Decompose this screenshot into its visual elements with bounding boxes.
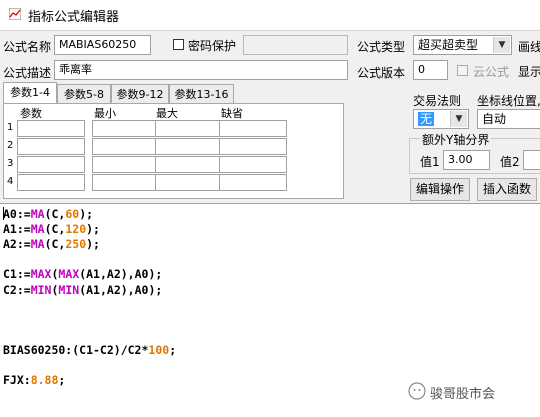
- formula-type-value: 超买超卖型: [418, 38, 479, 52]
- password-input[interactable]: [243, 35, 348, 55]
- formula-desc-label: 公式描述: [3, 66, 52, 80]
- title-bar: 指标公式编辑器: [0, 0, 540, 31]
- coord-position-input[interactable]: 自动: [477, 109, 540, 129]
- watermark-text: 骏哥股市会: [430, 387, 496, 402]
- password-label: 密码保护: [188, 39, 237, 53]
- formula-version-label: 公式版本: [357, 66, 406, 80]
- window-title: 指标公式编辑器: [28, 10, 120, 25]
- param-name-input[interactable]: [17, 174, 85, 191]
- edit-operation-button[interactable]: 编辑操作: [410, 178, 470, 201]
- param-row-number: 1: [7, 122, 14, 133]
- param-row-number: 2: [7, 140, 14, 151]
- code-line: FJX:8.88;: [3, 373, 66, 388]
- param-name-input[interactable]: [17, 138, 85, 155]
- param-row-number: 3: [7, 158, 14, 169]
- param-min-input[interactable]: [92, 156, 160, 173]
- tab-params-13-16[interactable]: 参数13-16: [169, 84, 234, 104]
- param-max-input[interactable]: [155, 120, 223, 137]
- param-row-number: 4: [7, 176, 14, 187]
- cloud-formula-label: 云公式: [473, 65, 510, 79]
- param-min-input[interactable]: [92, 120, 160, 137]
- code-line: A2:=MA(C,250);: [3, 237, 100, 252]
- code-line: BIAS60250:(C1-C2)/C2*100;: [3, 342, 177, 357]
- coord-position-label: 坐标线位置,: [477, 94, 540, 108]
- param-max-input[interactable]: [155, 156, 223, 173]
- text-caret: [3, 207, 4, 220]
- param-default-input[interactable]: [219, 138, 287, 155]
- trade-rule-select[interactable]: 无 ▼: [413, 109, 469, 129]
- param-min-input[interactable]: [92, 138, 160, 155]
- params-header-max: 最大: [156, 107, 178, 120]
- formula-name-input[interactable]: MABIAS60250: [54, 35, 151, 55]
- tab-params-1-4[interactable]: 参数1-4: [3, 82, 57, 104]
- app-icon: [9, 8, 21, 20]
- insert-function-button[interactable]: 插入函数: [477, 178, 537, 201]
- tab-params-5-8[interactable]: 参数5-8: [57, 84, 111, 104]
- param-max-input[interactable]: [155, 138, 223, 155]
- formula-type-label: 公式类型: [357, 40, 406, 54]
- value2-input[interactable]: [523, 150, 540, 170]
- value2-label: 值2: [500, 155, 520, 169]
- cloud-formula-checkbox[interactable]: [457, 65, 468, 76]
- wechat-icon: [408, 382, 426, 400]
- trade-rule-value: 无: [418, 112, 435, 126]
- param-name-input[interactable]: [17, 120, 85, 137]
- value1-input[interactable]: 3.00: [443, 150, 490, 170]
- formula-name-label: 公式名称: [3, 40, 52, 54]
- code-line: A1:=MA(C,120);: [3, 222, 100, 237]
- param-min-input[interactable]: [92, 174, 160, 191]
- param-max-input[interactable]: [155, 174, 223, 191]
- trade-rule-label: 交易法则: [413, 94, 462, 108]
- formula-type-select[interactable]: 超买超卖型 ▼: [413, 35, 512, 55]
- param-name-input[interactable]: [17, 156, 85, 173]
- params-header-param: 参数: [20, 107, 42, 120]
- param-default-input[interactable]: [219, 120, 287, 137]
- chevron-down-icon: ▼: [493, 37, 510, 53]
- code-line: A0:=MA(C,60);: [3, 207, 94, 221]
- extra-y-label: 额外Y轴分界: [420, 131, 492, 148]
- password-checkbox[interactable]: [173, 39, 184, 50]
- formula-version-input[interactable]: 0: [413, 60, 448, 80]
- chevron-down-icon: ▼: [450, 111, 467, 127]
- value1-label: 值1: [420, 155, 440, 169]
- tab-params-9-12[interactable]: 参数9-12: [111, 84, 169, 104]
- param-default-input[interactable]: [219, 156, 287, 173]
- code-line: C1:=MAX(MAX(A1,A2),A0);: [3, 267, 163, 282]
- draw-method-label: 画线: [518, 40, 540, 54]
- code-line: C2:=MIN(MIN(A1,A2),A0);: [3, 282, 163, 297]
- formula-desc-input[interactable]: 乖离率: [54, 60, 348, 80]
- params-header-min: 最小: [94, 107, 116, 120]
- param-default-input[interactable]: [219, 174, 287, 191]
- display-label: 显示: [518, 65, 540, 79]
- params-header-default: 缺省: [221, 107, 243, 120]
